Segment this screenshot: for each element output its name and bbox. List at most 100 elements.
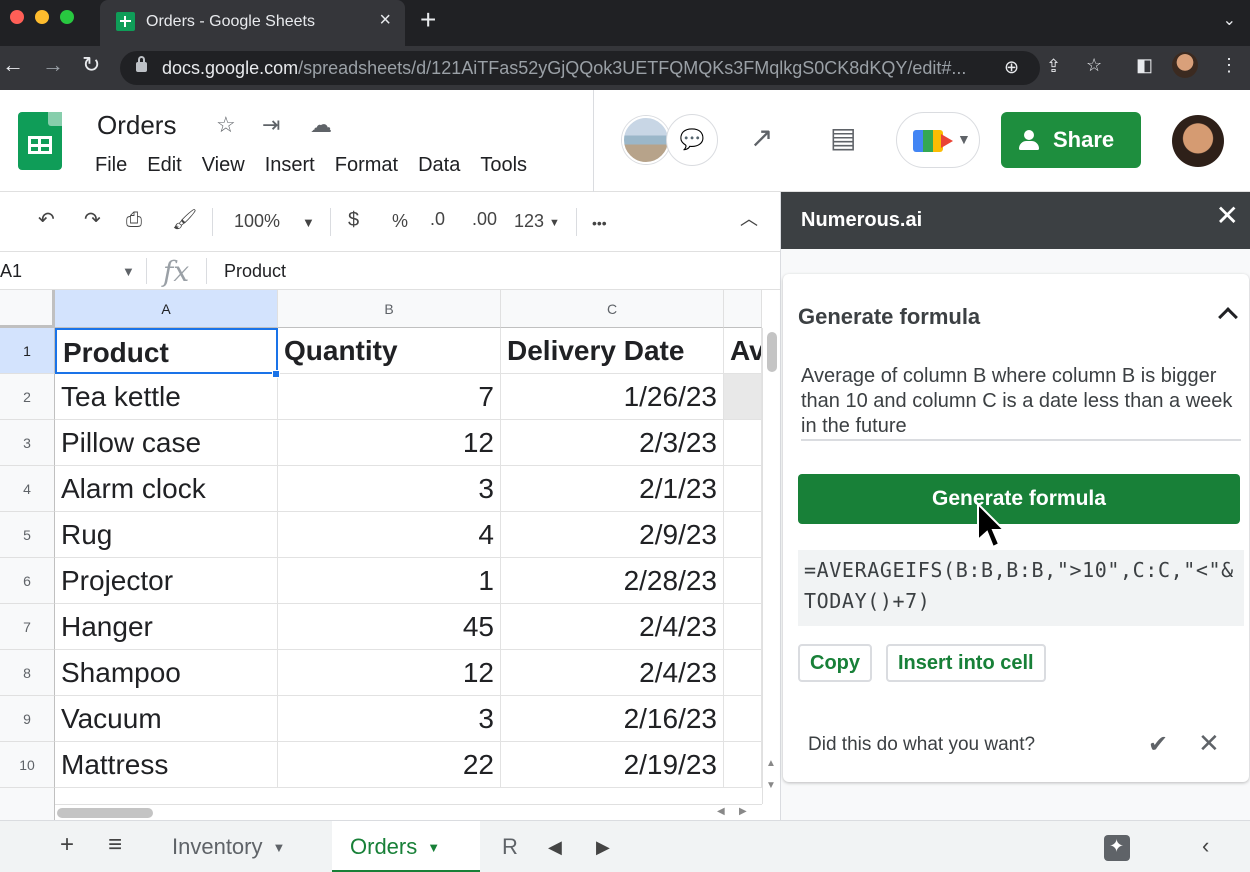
new-tab-icon[interactable]: + <box>420 6 436 34</box>
chat-icon[interactable]: 💬 <box>666 114 718 166</box>
row-header[interactable]: 4 <box>0 466 55 512</box>
panel-close-icon[interactable]: ✕ <box>1216 202 1239 230</box>
cell-c[interactable]: 2/3/23 <box>501 420 724 466</box>
all-sheets-icon[interactable]: ≡ <box>108 833 122 857</box>
cell-c[interactable]: 2/9/23 <box>501 512 724 558</box>
row-header[interactable]: 1 <box>0 328 55 374</box>
cell-a[interactable]: Tea kettle <box>55 374 278 420</box>
cell-c[interactable]: 1/26/23 <box>501 374 724 420</box>
window-close-button[interactable] <box>10 10 24 24</box>
column-header-c[interactable]: C <box>501 290 724 328</box>
menu-view[interactable]: View <box>202 154 245 177</box>
percent-format-button[interactable]: % <box>392 212 408 230</box>
address-bar[interactable]: docs.google.com/spreadsheets/d/121AiTFas… <box>120 51 1040 85</box>
menu-tools[interactable]: Tools <box>480 154 527 177</box>
select-all-corner[interactable] <box>0 290 55 328</box>
sheet-tab-partial[interactable]: R <box>490 821 530 872</box>
window-maximize-button[interactable] <box>60 10 74 24</box>
cell-b[interactable]: 22 <box>278 742 501 788</box>
fill-handle[interactable] <box>272 370 280 378</box>
row-header[interactable] <box>0 788 55 820</box>
explore-icon[interactable] <box>1104 835 1130 861</box>
cell-a[interactable]: Rug <box>55 512 278 558</box>
cell-c[interactable]: 2/1/23 <box>501 466 724 512</box>
window-minimize-button[interactable] <box>35 10 49 24</box>
vertical-scrollbar[interactable]: ▲ ▼ <box>762 328 780 804</box>
move-to-folder-icon[interactable]: ⇥ <box>262 112 280 138</box>
meet-button[interactable]: ▼ <box>896 112 980 168</box>
column-header-a[interactable]: A <box>55 290 278 328</box>
cell-a[interactable]: Product <box>55 328 278 374</box>
chevron-up-icon[interactable] <box>1218 307 1238 327</box>
sidebar-toggle-icon[interactable]: ◧ <box>1136 55 1153 76</box>
activity-trend-icon[interactable]: ↗ <box>750 124 773 152</box>
sheet-tab-inventory[interactable]: Inventory ▼ <box>154 821 303 872</box>
chrome-profile-avatar[interactable] <box>1172 52 1198 78</box>
close-icon[interactable]: ✕ <box>1198 728 1220 759</box>
share-page-icon[interactable]: ⇪ <box>1046 56 1061 77</box>
cell-b[interactable]: Quantity <box>278 328 501 374</box>
row-header[interactable]: 8 <box>0 650 55 696</box>
cell-a[interactable]: Projector <box>55 558 278 604</box>
column-header-d[interactable] <box>724 290 762 328</box>
cell-d[interactable] <box>724 696 762 742</box>
row-header[interactable]: 5 <box>0 512 55 558</box>
cell-b[interactable]: 45 <box>278 604 501 650</box>
cell-a[interactable]: Vacuum <box>55 696 278 742</box>
cell-b[interactable]: 4 <box>278 512 501 558</box>
cell-c[interactable]: 2/4/23 <box>501 650 724 696</box>
formula-input[interactable]: Product <box>224 261 286 282</box>
cell-b[interactable]: 1 <box>278 558 501 604</box>
cell-d[interactable] <box>724 466 762 512</box>
kebab-menu-icon[interactable]: ⋮ <box>1220 55 1238 76</box>
copy-button[interactable]: Copy <box>798 644 872 682</box>
cell-d[interactable] <box>724 742 762 788</box>
horizontal-scroll-thumb[interactable] <box>57 808 153 818</box>
cell-c[interactable]: 2/4/23 <box>501 604 724 650</box>
cell-d[interactable] <box>724 374 762 420</box>
comments-icon[interactable]: ▤ <box>830 124 856 152</box>
menu-data[interactable]: Data <box>418 154 460 177</box>
paint-format-icon[interactable]: 🖌 <box>172 210 197 230</box>
star-icon[interactable]: ☆ <box>216 112 236 138</box>
cell-b[interactable]: 3 <box>278 696 501 742</box>
scroll-right-arrow-icon[interactable]: ▶ <box>739 806 747 817</box>
horizontal-scrollbar[interactable]: ◀ ▶ <box>55 804 762 820</box>
vertical-scroll-thumb[interactable] <box>767 332 777 372</box>
tab-close-icon[interactable]: × <box>379 10 391 30</box>
back-arrow-icon[interactable]: ← <box>2 54 24 76</box>
row-header[interactable]: 3 <box>0 420 55 466</box>
cell-a[interactable]: Shampoo <box>55 650 278 696</box>
row-header[interactable]: 2 <box>0 374 55 420</box>
cell-a[interactable]: Hanger <box>55 604 278 650</box>
cell-b[interactable]: 12 <box>278 650 501 696</box>
menu-file[interactable]: File <box>95 154 127 177</box>
document-title[interactable]: Orders <box>97 110 176 141</box>
collaborator-avatar[interactable] <box>622 116 670 164</box>
insert-into-cell-button[interactable]: Insert into cell <box>886 644 1046 682</box>
cell-b[interactable]: 12 <box>278 420 501 466</box>
add-sheet-icon[interactable]: + <box>60 833 74 857</box>
menu-format[interactable]: Format <box>335 154 398 177</box>
share-button[interactable]: Share <box>1001 112 1141 168</box>
zoom-caret-icon[interactable]: ▼ <box>302 216 315 229</box>
currency-format-button[interactable]: $ <box>348 210 359 230</box>
collapse-toolbar-icon[interactable]: ︿ <box>740 210 758 228</box>
scroll-tabs-left-icon[interactable]: ◀ <box>548 838 562 856</box>
cell-d[interactable] <box>724 650 762 696</box>
cell-b[interactable]: 3 <box>278 466 501 512</box>
cell-b[interactable]: 7 <box>278 374 501 420</box>
sheet-tab-orders[interactable]: Orders ▼ <box>332 821 480 872</box>
cell-a[interactable]: Mattress <box>55 742 278 788</box>
cell-c[interactable]: Delivery Date <box>501 328 724 374</box>
zoom-select[interactable]: 100% <box>234 212 280 230</box>
cell-d[interactable]: Av <box>724 328 762 374</box>
redo-icon[interactable]: ↷ <box>84 210 101 230</box>
forward-arrow-icon[interactable]: → <box>42 54 64 76</box>
decrease-decimal-button[interactable]: .0 <box>430 210 445 228</box>
cell-d[interactable] <box>724 558 762 604</box>
cell-c[interactable]: 2/28/23 <box>501 558 724 604</box>
chevron-down-icon[interactable]: ⌄ <box>1223 10 1236 30</box>
undo-icon[interactable]: ↶ <box>38 210 55 230</box>
generate-formula-button[interactable]: Generate formula <box>798 474 1240 524</box>
